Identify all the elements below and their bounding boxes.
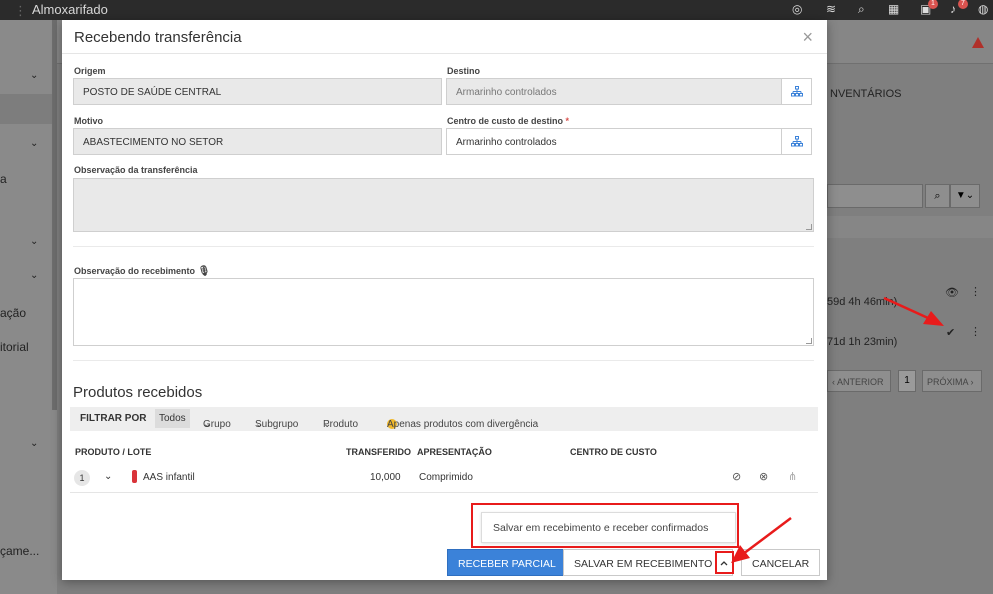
kebab-icon: ⋮ bbox=[970, 286, 981, 298]
reject-circle-icon[interactable]: ⊗ bbox=[759, 470, 768, 483]
chevron-down-icon: ⌄ bbox=[203, 419, 212, 430]
bell-icon[interactable]: ♪ bbox=[950, 2, 956, 16]
centro-custo-field[interactable]: Armarinho controlados bbox=[446, 128, 782, 155]
search-icon: ⌕ bbox=[925, 184, 950, 208]
pagination-next: PRÓXIMA › bbox=[922, 370, 982, 392]
required-marker: * bbox=[565, 116, 570, 126]
timer-text: 71d 1h 23min) bbox=[827, 336, 898, 348]
product-tag-icon bbox=[132, 470, 137, 483]
motivo-label: Motivo bbox=[74, 116, 103, 126]
motivo-field: ABASTECIMENTO NO SETOR bbox=[73, 128, 442, 155]
chevron-down-icon: ⌄ bbox=[255, 419, 264, 430]
background-table-header bbox=[827, 216, 993, 238]
col-transferido: TRANSFERIDO bbox=[346, 447, 411, 457]
salvar-recebimento-button[interactable]: SALVAR EM RECEBIMENTO bbox=[563, 549, 724, 576]
hierarchy-icon[interactable]: ⋔ bbox=[788, 470, 797, 483]
timer-text: 59d 4h 46min) bbox=[827, 296, 898, 308]
section-divider bbox=[73, 246, 814, 247]
row-divider bbox=[70, 492, 818, 493]
chevron-down-icon: ⌄ bbox=[30, 138, 39, 149]
pagination-prev: ‹ ANTERIOR bbox=[827, 370, 891, 392]
help-icon[interactable]: ◍ bbox=[978, 2, 988, 16]
wifi-icon[interactable]: ≋ bbox=[826, 2, 836, 16]
filter-bar: FILTRAR POR Todos Grupo ⌄ Subgrupo ⌄ Pro… bbox=[70, 407, 818, 431]
origem-label: Origem bbox=[74, 66, 106, 76]
product-name: AAS infantil bbox=[143, 472, 195, 483]
ear-icon[interactable]: ◎ bbox=[792, 2, 802, 16]
chevron-up-icon[interactable] bbox=[715, 549, 733, 576]
section-divider bbox=[73, 360, 814, 361]
chevron-down-icon: ⌄ bbox=[30, 236, 39, 247]
centro-custo-label: Centro de custo de destino * bbox=[447, 116, 569, 126]
background-search bbox=[827, 184, 923, 208]
chevron-down-icon: ⌄ bbox=[30, 70, 39, 81]
app-title: Almoxarifado bbox=[32, 2, 108, 17]
menu-separator: ⋮ bbox=[14, 3, 27, 18]
save-and-receive-confirmed-option[interactable]: Salvar em recebimento e receber confirma… bbox=[481, 512, 736, 543]
chevron-down-icon: ⌄ bbox=[323, 419, 332, 430]
chevron-down-icon: ⌄ bbox=[30, 270, 39, 281]
filter-todos[interactable]: Todos bbox=[155, 409, 190, 428]
obs-recebimento-label: Observação do recebimento 🎙 bbox=[74, 266, 210, 277]
obs-recebimento-label-text: Observação do recebimento bbox=[74, 266, 196, 276]
check-icon: ✔ bbox=[946, 327, 956, 339]
sidebar-active-item bbox=[0, 94, 58, 124]
hierarchy-icon[interactable] bbox=[782, 78, 812, 105]
row-expand-chevron-icon[interactable]: ⌄ bbox=[104, 471, 112, 482]
kebab-icon: ⋮ bbox=[970, 326, 981, 338]
warning-icon bbox=[972, 37, 984, 48]
alert-badge: 7 bbox=[958, 0, 968, 9]
filter-icon: ▼⌄ bbox=[950, 184, 980, 208]
filter-title: FILTRAR POR bbox=[80, 413, 147, 424]
obs-recebimento-textarea[interactable] bbox=[73, 278, 814, 346]
search-icon[interactable]: ⌕ bbox=[858, 2, 865, 17]
centro-custo-label-text: Centro de custo de destino bbox=[447, 116, 564, 126]
origem-field: POSTO DE SAÚDE CENTRAL bbox=[73, 78, 442, 105]
receive-transfer-modal: Recebendo transferência × Origem POSTO D… bbox=[62, 20, 827, 580]
eye-icon: 👁 bbox=[945, 287, 959, 299]
background-tab: NVENTÁRIOS bbox=[830, 88, 902, 100]
chevron-down-icon: ⌄ bbox=[30, 438, 39, 449]
receber-parcial-button[interactable]: RECEBER PARCIAL bbox=[447, 549, 567, 576]
modal-divider bbox=[62, 53, 827, 54]
resize-grip bbox=[806, 224, 812, 230]
product-transferido: 10,000 bbox=[370, 472, 401, 483]
cancelar-button[interactable]: CANCELAR bbox=[741, 549, 821, 576]
pagination-page: 1 bbox=[898, 370, 916, 392]
col-apresentacao: APRESENTAÇÃO bbox=[417, 447, 492, 457]
col-centro-custo: CENTRO DE CUSTO bbox=[570, 447, 657, 457]
notification-badge: 1 bbox=[928, 0, 938, 9]
hierarchy-icon[interactable] bbox=[782, 128, 812, 155]
sidebar-item: çame... bbox=[0, 544, 40, 558]
col-produto: PRODUTO / LOTE bbox=[75, 447, 152, 457]
background-sidebar: ⌄ ⌄ a ⌄ ⌄ ação itorial ⌄ çame... bbox=[0, 20, 58, 594]
close-icon[interactable]: × bbox=[802, 27, 813, 48]
destino-field: Armarinho controlados bbox=[446, 78, 782, 105]
sidebar-item: ação bbox=[0, 306, 27, 320]
destino-label: Destino bbox=[447, 66, 481, 76]
grid-icon[interactable]: ▦ bbox=[888, 2, 899, 16]
modal-title: Recebendo transferência bbox=[74, 29, 242, 46]
obs-transferencia-textarea bbox=[73, 178, 814, 232]
product-apresentacao: Comprimido bbox=[419, 472, 473, 483]
row-number: 1 bbox=[74, 470, 90, 486]
filter-divergencia-label: Apenas produtos com divergência bbox=[387, 419, 539, 430]
microphone-icon[interactable]: 🎙 bbox=[198, 266, 211, 277]
obs-transferencia-label: Observação da transferência bbox=[74, 165, 198, 175]
produtos-title: Produtos recebidos bbox=[73, 384, 203, 401]
sidebar-item: a bbox=[0, 172, 7, 186]
resize-grip bbox=[806, 338, 812, 344]
confirm-circle-icon[interactable]: ⊘ bbox=[732, 470, 741, 483]
sidebar-item: itorial bbox=[0, 340, 29, 354]
system-topbar: ⋮ Almoxarifado ◎ ≋ ⌕ ▦ ▣ 1 ♪ 7 ◍ bbox=[0, 0, 993, 20]
